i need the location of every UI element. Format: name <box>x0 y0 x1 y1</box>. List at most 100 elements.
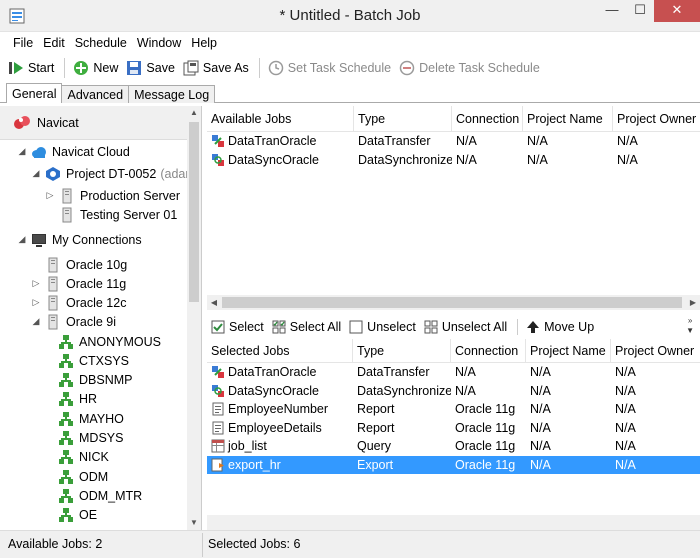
column-header[interactable]: Project Name <box>526 338 611 363</box>
save-as-icon <box>183 60 199 76</box>
tab-general[interactable]: General <box>6 83 63 103</box>
tree-item-schema[interactable]: HR <box>58 390 97 409</box>
menu-schedule[interactable]: Schedule <box>70 33 132 53</box>
tree-label: Oracle 12c <box>66 295 127 310</box>
column-header[interactable]: Project Owner <box>613 106 700 132</box>
collapse-icon[interactable]: ◢ <box>31 168 41 179</box>
delete-task-schedule-button[interactable]: Delete Task Schedule <box>399 57 540 79</box>
table-row[interactable]: job_list Query Oracle 11g N/A N/A <box>207 437 700 456</box>
tree-item-schema[interactable]: MAYHO <box>58 409 124 428</box>
column-header[interactable]: Project Name <box>523 105 613 132</box>
column-header[interactable]: Available Jobs <box>207 105 354 132</box>
tree-item-schema[interactable]: ANONYMOUS <box>58 332 161 351</box>
table-cell: Oracle 11g <box>451 421 526 435</box>
cell-text: Report <box>357 420 395 435</box>
column-header[interactable]: Project Owner <box>611 339 700 363</box>
tree-item-project[interactable]: ◢ Project DT-0052 (adam <box>31 164 196 183</box>
scroll-up-icon[interactable]: ▲ <box>187 106 201 120</box>
selected-horizontal-scrollbar[interactable] <box>207 515 700 530</box>
scrollbar-thumb[interactable] <box>222 297 682 308</box>
column-header[interactable]: Type <box>354 105 452 132</box>
column-header[interactable]: Selected Jobs <box>207 338 353 363</box>
scroll-left-icon[interactable]: ◀ <box>207 295 221 310</box>
tree-item-schema[interactable]: ODM <box>58 467 108 486</box>
table-row[interactable]: DataSyncOracle DataSynchronize N/A N/A N/A <box>207 382 700 401</box>
tree-label: Navicat Cloud <box>52 144 130 159</box>
menu-edit[interactable]: Edit <box>38 33 70 53</box>
tree-item-production-server[interactable]: ▷ Production Server <box>45 186 180 205</box>
menu-bar: File Edit Schedule Window Help <box>0 33 700 53</box>
set-task-schedule-button[interactable]: Set Task Schedule <box>268 57 391 79</box>
save-as-button[interactable]: Save As <box>183 57 249 79</box>
navicat-logo-icon <box>13 115 31 131</box>
unselect-all-button[interactable]: Unselect All <box>424 316 507 338</box>
available-jobs-grid[interactable]: Available Jobs Type Connection Project N… <box>207 105 700 170</box>
table-row[interactable]: DataSyncOracle DataSynchronize N/A N/A N/A <box>207 151 700 170</box>
tree-item-schema[interactable]: MDSYS <box>58 429 123 448</box>
new-button[interactable]: New <box>73 57 118 79</box>
column-header[interactable]: Connection <box>451 338 526 363</box>
table-row[interactable]: DataTranOracle DataTransfer N/A N/A N/A <box>207 132 700 151</box>
tree-label: MDSYS <box>79 431 124 445</box>
scrollbar-thumb[interactable] <box>189 122 199 302</box>
tree-item-oracle-11g[interactable]: ▷ Oracle 11g <box>31 274 126 293</box>
collapse-icon[interactable]: ◢ <box>17 146 27 157</box>
start-button[interactable]: Start <box>8 57 54 79</box>
tree-item-schema[interactable]: OE <box>58 506 97 525</box>
collapse-icon[interactable]: ◢ <box>17 234 27 245</box>
table-row[interactable]: export_hr Export Oracle 11g N/A N/A <box>207 455 700 474</box>
table-row[interactable]: EmployeeDetails Report Oracle 11g N/A N/A <box>207 419 700 438</box>
table-cell: EmployeeNumber <box>207 402 353 416</box>
menu-window[interactable]: Window <box>132 33 186 53</box>
selected-jobs-grid[interactable]: Selected Jobs Type Connection Project Na… <box>207 338 700 474</box>
table-row[interactable]: DataTranOracle DataTransfer N/A N/A N/A <box>207 363 700 382</box>
tree-item-schema[interactable]: DBSNMP <box>58 371 132 390</box>
unselect-all-label: Unselect All <box>441 320 508 334</box>
cell-text: Oracle 11g <box>455 402 516 417</box>
tree-vertical-scrollbar[interactable]: ▲ ▼ <box>187 106 201 530</box>
tab-advanced[interactable]: Advanced <box>61 85 130 103</box>
collapse-icon[interactable]: ◢ <box>31 316 41 327</box>
menu-help[interactable]: Help <box>186 33 222 53</box>
tree-item-oracle-12c[interactable]: ▷ Oracle 12c <box>31 293 126 312</box>
cell-text: DataTranOracle <box>228 365 317 380</box>
navicat-root[interactable]: Navicat <box>0 106 188 140</box>
tree-item-oracle-10g[interactable]: Oracle 10g <box>31 255 127 274</box>
expand-icon[interactable]: ▷ <box>31 297 41 308</box>
table-cell: DataSynchronize <box>353 384 451 398</box>
close-button[interactable]: ✕ <box>654 0 700 22</box>
scroll-down-icon[interactable]: ▼ <box>187 516 201 530</box>
expand-icon[interactable]: ▷ <box>31 278 41 289</box>
unselect-button[interactable]: Unselect <box>349 316 416 338</box>
table-cell: N/A <box>613 153 700 167</box>
tree-item-my-connections[interactable]: ◢ My Connections <box>17 230 142 249</box>
available-horizontal-scrollbar[interactable]: ◀ ▶ <box>207 295 700 310</box>
menu-file[interactable]: File <box>8 33 38 53</box>
tree-item-schema[interactable]: CTXSYS <box>58 351 129 370</box>
table-row[interactable]: EmployeeNumber Report Oracle 11g N/A N/A <box>207 400 700 419</box>
cell-text: Oracle 11g <box>455 420 516 435</box>
select-icon <box>211 320 225 334</box>
expand-icon[interactable]: ▷ <box>45 190 55 201</box>
tree-item-schema[interactable]: NICK <box>58 448 109 467</box>
tab-message-log[interactable]: Message Log <box>128 85 216 103</box>
select-all-button[interactable]: Select All <box>272 316 341 338</box>
tree-item-oracle-9i[interactable]: ◢ Oracle 9i <box>31 312 116 331</box>
tree-label: Project DT-0052 <box>66 166 157 181</box>
tree-item-navicat-cloud[interactable]: ◢ Navicat Cloud <box>17 142 130 161</box>
table-cell: N/A <box>611 384 700 398</box>
toolbar-overflow-icon[interactable]: » ▼ <box>686 316 694 336</box>
move-up-button[interactable]: Move Up <box>526 316 594 338</box>
cell-text: N/A <box>615 420 636 435</box>
minimize-button[interactable]: — <box>598 0 626 22</box>
tree-item-testing-server[interactable]: Testing Server 01 <box>45 205 177 224</box>
table-cell: N/A <box>611 365 700 379</box>
column-header[interactable]: Connection <box>452 105 523 132</box>
tree-item-schema[interactable]: ODM_MTR <box>58 486 142 505</box>
column-header[interactable]: Type <box>353 338 451 363</box>
connection-tree[interactable]: Navicat ◢ Navicat Cloud ◢ Project DT-005… <box>0 106 202 530</box>
select-button[interactable]: Select <box>211 316 264 338</box>
scroll-right-icon[interactable]: ▶ <box>686 295 700 310</box>
maximize-button[interactable]: ☐ <box>626 0 654 22</box>
save-button[interactable]: Save <box>126 57 175 79</box>
